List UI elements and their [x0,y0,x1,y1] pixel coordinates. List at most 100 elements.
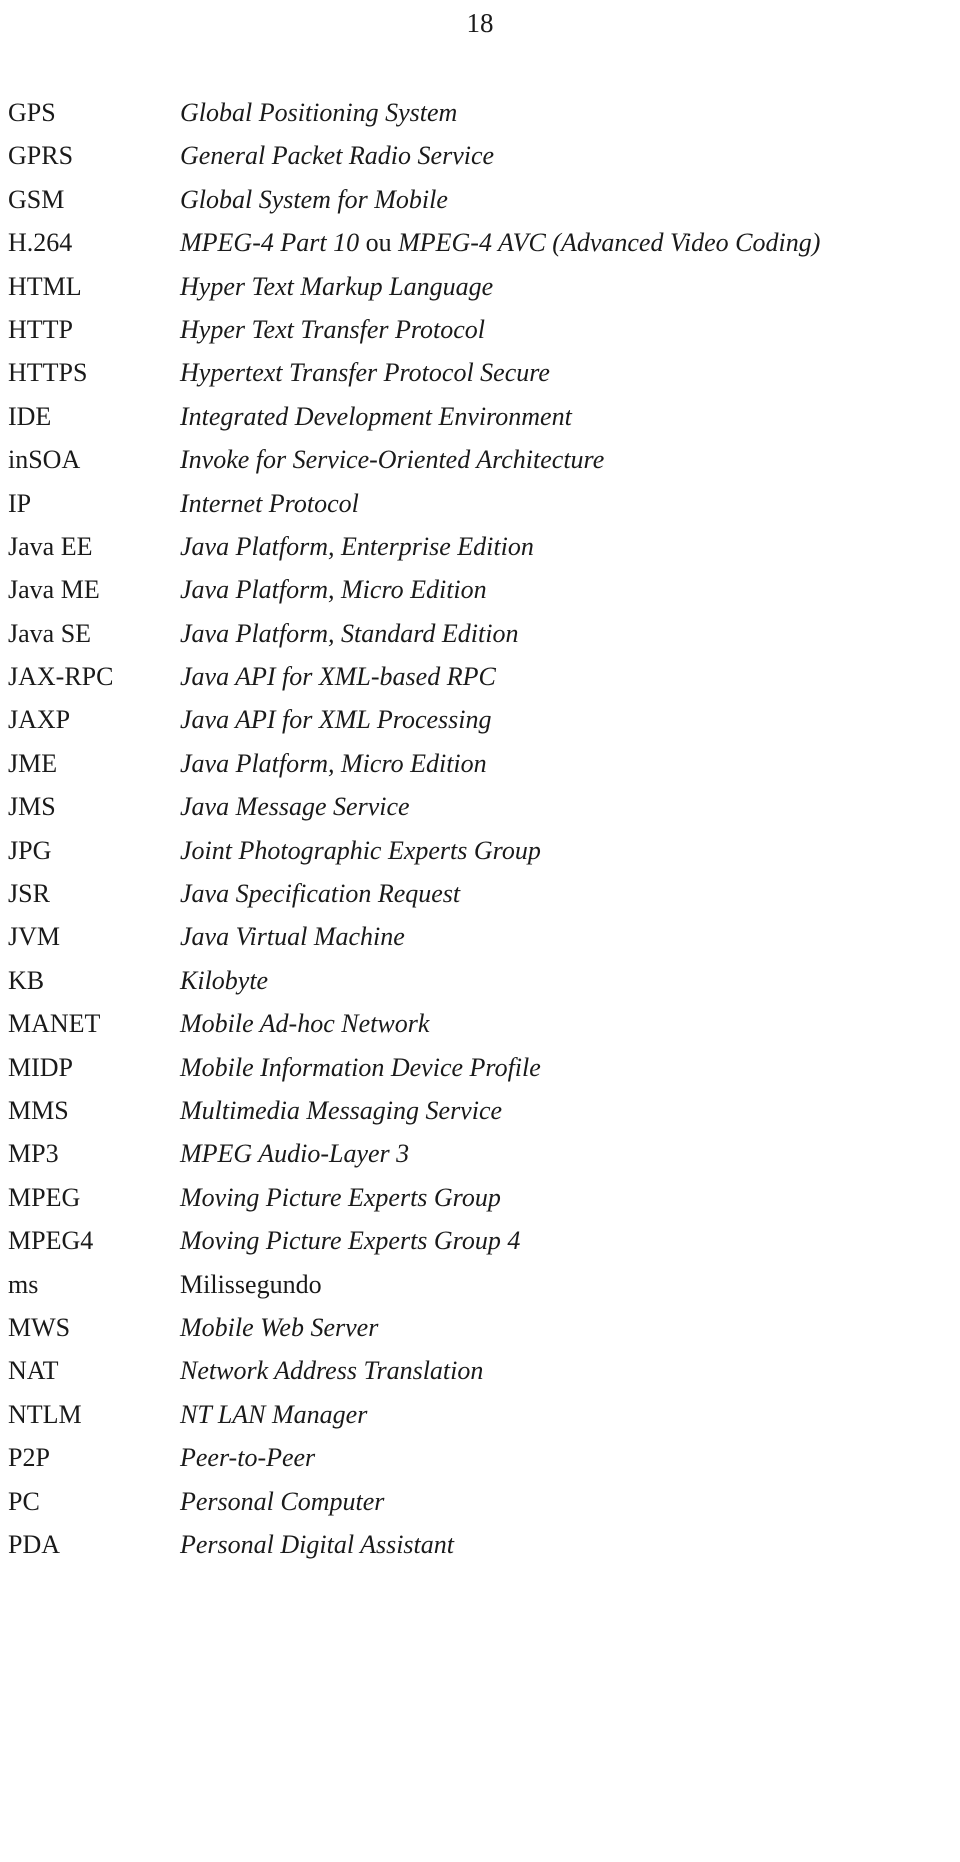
glossary-definition: Network Address Translation [180,1356,484,1386]
glossary-entry: ms Milissegundo [0,1268,960,1311]
glossary-definition: Java Specification Request [180,879,461,909]
glossary-entry: GSM Global System for Mobile [0,183,960,226]
definition-roman-segment: ou [365,228,392,258]
glossary-entry: PDA Personal Digital Assistant [0,1528,960,1571]
glossary-list: GPS Global Positioning System GPRS General … [0,96,960,1571]
glossary-term: IDE [8,401,52,431]
glossary-term: JAXP [8,705,71,735]
glossary-entry: Java ME Java Platform, Micro Edition [0,573,960,616]
glossary-term: JMS [8,792,56,822]
glossary-entry: MP3 MPEG Audio-Layer 3 [0,1137,960,1180]
glossary-definition: Java API for XML Processing [180,705,492,735]
document-page: 18 GPS Global Positioning System GPRS Gener… [0,0,960,1862]
glossary-definition: Hyper Text Markup Language [180,271,494,301]
glossary-definition: NT LAN Manager [180,1399,368,1429]
glossary-entry: MWS Mobile Web Server [0,1311,960,1354]
glossary-definition: Joint Photographic Experts Group [180,835,541,865]
glossary-definition: MPEG-4 Part 10 ou MPEG-4 AVC (Advanced V… [180,228,821,258]
glossary-term: GPS [8,98,56,127]
glossary-entry: JSR Java Specification Request [0,877,960,920]
glossary-entry: Java SE Java Platform, Standard Edition [0,617,960,660]
glossary-definition: Global System for Mobile [180,184,448,214]
glossary-term: Java ME [8,575,100,605]
glossary-term: PDA [8,1529,61,1559]
glossary-term: JME [8,748,58,778]
glossary-term: HTTP [8,314,73,344]
glossary-term: JVM [8,922,61,952]
glossary-definition: Java Platform, Micro Edition [180,748,487,778]
glossary-term: H.264 [8,228,73,258]
glossary-entry: JMS Java Message Service [0,790,960,833]
glossary-definition: Java Platform, Micro Edition [180,575,487,605]
glossary-term: IP [8,488,32,518]
glossary-term: MANET [8,1009,101,1039]
glossary-definition: Hypertext Transfer Protocol Secure [180,358,550,388]
page-number: 18 [466,8,494,38]
glossary-definition: Multimedia Messaging Service [180,1095,503,1125]
glossary-definition: Peer-to-Peer [180,1443,316,1473]
glossary-definition: Mobile Web Server [180,1312,379,1342]
glossary-entry: JPG Joint Photographic Experts Group [0,834,960,877]
glossary-term: ms [8,1269,39,1299]
glossary-definition: Integrated Development Environment [180,401,572,431]
glossary-definition: Milissegundo [180,1269,322,1299]
glossary-term: JAX-RPC [8,662,114,692]
glossary-definition: Java Virtual Machine [180,922,405,952]
glossary-term: HTML [8,271,82,301]
glossary-entry: JVM Java Virtual Machine [0,920,960,963]
glossary-definition: Java Platform, Standard Edition [180,618,519,648]
glossary-term: KB [8,965,45,995]
glossary-definition: Java Platform, Enterprise Edition [180,531,534,561]
glossary-entry: GPS Global Positioning System [0,96,960,139]
glossary-term: PC [8,1486,40,1516]
glossary-term: NTLM [8,1399,82,1429]
glossary-entry: MPEG4 Moving Picture Experts Group 4 [0,1224,960,1267]
glossary-term: MPEG [8,1182,81,1212]
glossary-term: JPG [8,835,52,865]
glossary-definition: Moving Picture Experts Group 4 [180,1226,521,1256]
glossary-term: Java SE [8,618,92,648]
glossary-entry: HTTP Hyper Text Transfer Protocol [0,313,960,356]
glossary-term: JSR [8,879,50,909]
glossary-term: P2P [8,1443,50,1473]
glossary-term: MIDP [8,1052,74,1082]
glossary-definition: Mobile Information Device Profile [180,1052,541,1082]
glossary-entry: MMS Multimedia Messaging Service [0,1094,960,1137]
glossary-entry: MPEG Moving Picture Experts Group [0,1181,960,1224]
glossary-entry: HTML Hyper Text Markup Language [0,270,960,313]
glossary-definition: Invoke for Service-Oriented Architecture [180,445,605,475]
glossary-term: inSOA [8,445,81,475]
glossary-entry: JAX-RPC Java API for XML-based RPC [0,660,960,703]
glossary-entry: PC Personal Computer [0,1485,960,1528]
glossary-term: MWS [8,1312,71,1342]
glossary-definition: Personal Computer [180,1486,385,1516]
glossary-definition: Java Message Service [180,792,410,822]
glossary-entry: MANET Mobile Ad-hoc Network [0,1007,960,1050]
glossary-definition: Internet Protocol [180,488,359,518]
glossary-definition: Hyper Text Transfer Protocol [180,314,486,344]
glossary-entry: IP Internet Protocol [0,487,960,530]
glossary-entry: MIDP Mobile Information Device Profile [0,1051,960,1094]
glossary-definition: MPEG Audio-Layer 3 [180,1139,410,1169]
glossary-definition: Kilobyte [180,965,269,995]
glossary-entry: P2P Peer-to-Peer [0,1441,960,1484]
glossary-entry: H.264 MPEG-4 Part 10 ou MPEG-4 AVC (Advan… [0,226,960,269]
glossary-definition: Global Positioning System [180,98,458,127]
glossary-definition: Mobile Ad-hoc Network [180,1009,430,1039]
glossary-definition: General Packet Radio Service [180,141,495,171]
glossary-term: MMS [8,1095,69,1125]
glossary-term: MP3 [8,1139,59,1169]
glossary-entry: Java EE Java Platform, Enterprise Edition [0,530,960,573]
glossary-term: GPRS [8,141,74,171]
glossary-entry: inSOA Invoke for Service-Oriented Archite… [0,443,960,486]
glossary-definition: Moving Picture Experts Group [180,1182,501,1212]
glossary-term: Java EE [8,531,93,561]
glossary-entry: IDE Integrated Development Environment [0,400,960,443]
glossary-definition: Personal Digital Assistant [180,1529,454,1559]
glossary-entry: KB Kilobyte [0,964,960,1007]
glossary-entry: NTLM NT LAN Manager [0,1398,960,1441]
glossary-entry: JAXP Java API for XML Processing [0,703,960,746]
glossary-entry: NAT Network Address Translation [0,1354,960,1397]
glossary-term: HTTPS [8,358,88,388]
glossary-entry: GPRS General Packet Radio Service [0,139,960,182]
